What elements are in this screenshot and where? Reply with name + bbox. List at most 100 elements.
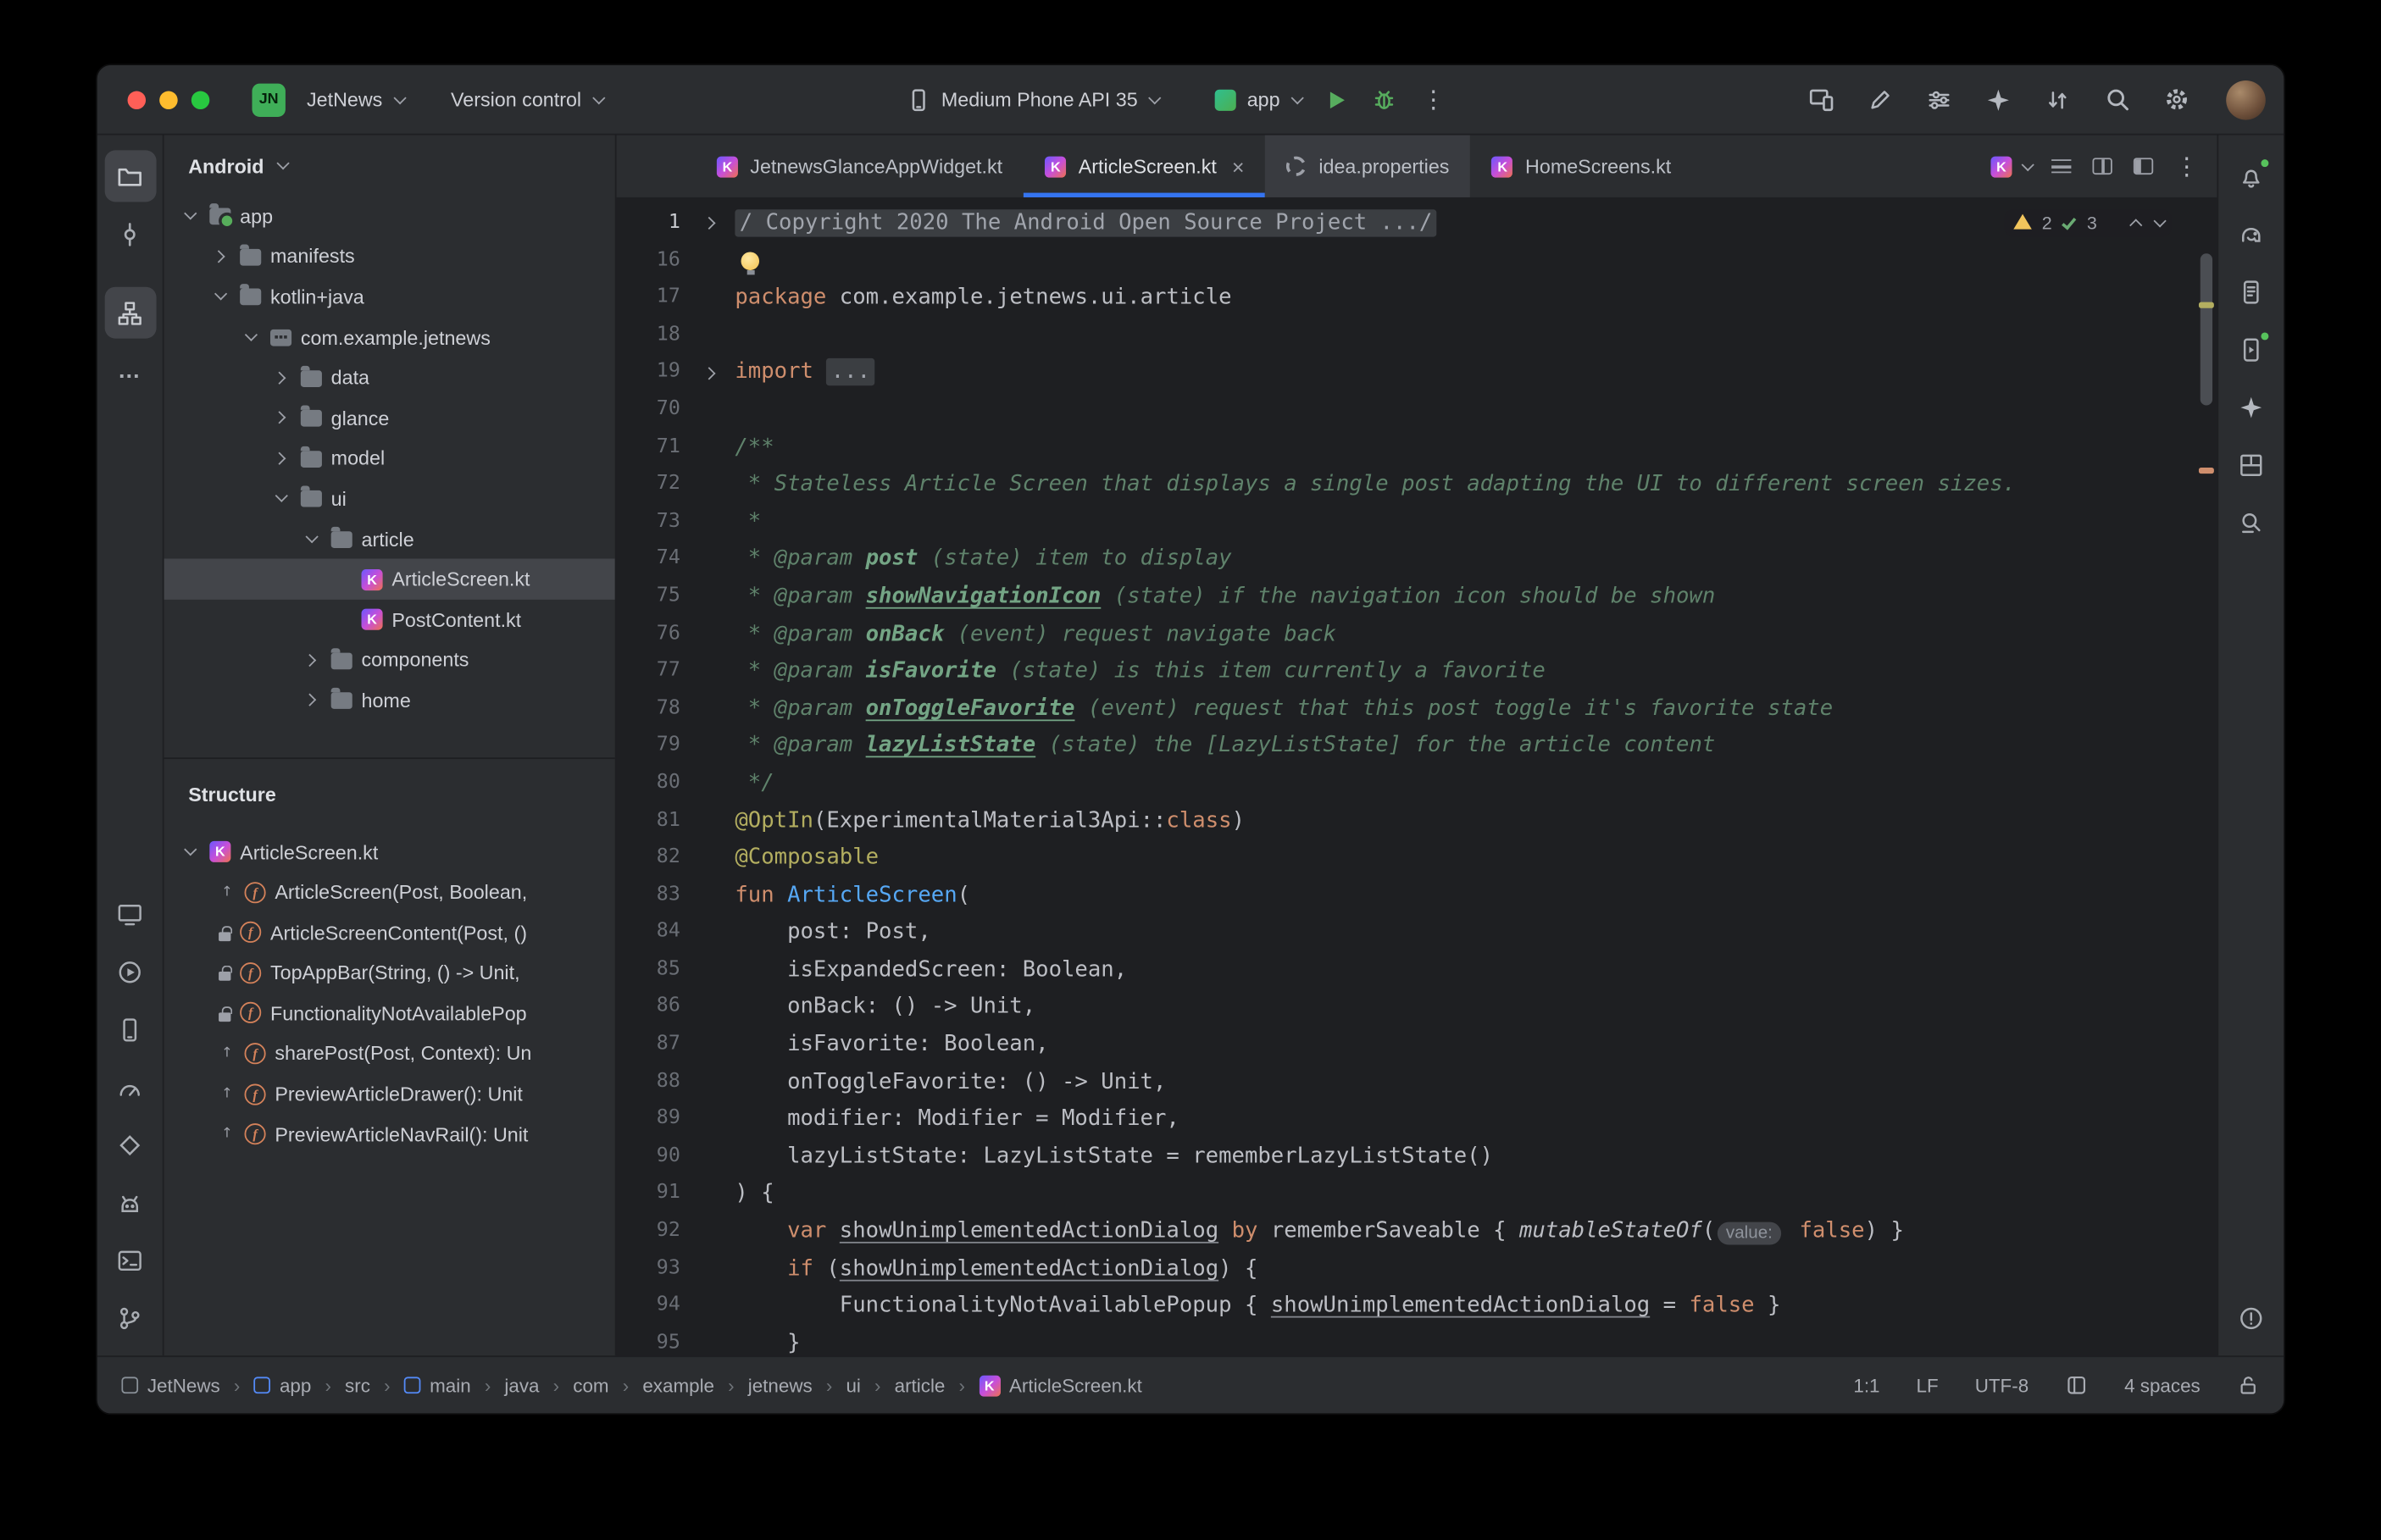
code-line-75[interactable]: 75 * @param showNavigationIcon (state) i… — [617, 579, 2217, 616]
code-line-1[interactable]: 1/ Copyright 2020 The Android Open Sourc… — [617, 205, 2217, 242]
code-line-72[interactable]: 72 * Stateless Article Screen that displ… — [617, 466, 2217, 503]
code-line-94[interactable]: 94 FunctionalityNotAvailablePopup { show… — [617, 1288, 2217, 1325]
breadcrumb-ui[interactable]: ui — [846, 1375, 860, 1396]
project-tree-item-home[interactable]: home — [164, 680, 615, 721]
project-tree-item-article[interactable]: article — [164, 518, 615, 559]
find-tool-button[interactable] — [2225, 496, 2277, 548]
intention-bulb-icon[interactable] — [741, 252, 760, 270]
app-quality-insights-tool-button[interactable] — [104, 1119, 156, 1171]
tree-chevron[interactable] — [267, 373, 291, 382]
project-tree-item-glance[interactable]: glance — [164, 397, 615, 438]
breadcrumb-com[interactable]: com — [573, 1375, 608, 1396]
logcat-tool-button[interactable] — [104, 1177, 156, 1228]
editor-scrollbar-thumb[interactable] — [2201, 253, 2212, 405]
more-actions-button[interactable]: ⋮ — [1409, 75, 1457, 124]
tree-chevron[interactable] — [267, 413, 291, 423]
commit-tool-button[interactable] — [104, 208, 156, 260]
code-line-81[interactable]: 81@OptIn(ExperimentalMaterial3Api::class… — [617, 802, 2217, 839]
code-editor[interactable]: 1/ Copyright 2020 The Android Open Sourc… — [617, 199, 2217, 1356]
running-devices-button[interactable] — [1796, 75, 1845, 124]
structure-item[interactable]: ↑fPreviewArticleDrawer(): Unit — [164, 1074, 615, 1115]
code-line-86[interactable]: 86 onBack: () -> Unit, — [617, 989, 2217, 1026]
breadcrumb-java[interactable]: java — [504, 1375, 539, 1396]
editor-tab[interactable]: idea.properties — [1266, 135, 1471, 197]
editor-tab[interactable]: KHomeScreens.kt — [1471, 135, 1693, 197]
tree-chevron[interactable] — [207, 252, 231, 261]
code-line-76[interactable]: 76 * @param onBack (event) request navig… — [617, 616, 2217, 653]
unlocked-padlock-icon[interactable] — [2237, 1374, 2260, 1397]
editor-tab[interactable]: KArticleScreen.kt× — [1024, 135, 1265, 197]
notifications-button[interactable] — [2225, 150, 2277, 202]
project-tree-item-data[interactable]: data — [164, 357, 615, 398]
device-explorer-tool-button[interactable] — [2225, 266, 2277, 318]
code-line-18[interactable]: 18 — [617, 317, 2217, 354]
project-tree-item-app[interactable]: app — [164, 196, 615, 236]
project-tool-button[interactable] — [104, 150, 156, 202]
code-line-78[interactable]: 78 * @param onToggleFavorite (event) req… — [617, 690, 2217, 728]
project-tree-item-components[interactable]: components — [164, 640, 615, 680]
file-encoding[interactable]: UTF-8 — [1975, 1375, 2029, 1396]
breadcrumb-src[interactable]: src — [345, 1375, 370, 1396]
breadcrumb-main[interactable]: main — [404, 1375, 471, 1396]
run-configuration-selector[interactable]: app — [1203, 82, 1312, 117]
gemini-tool-button[interactable] — [2225, 381, 2277, 433]
tab-options-kebab-icon[interactable]: ⋮ — [2174, 154, 2199, 179]
project-view-selector[interactable]: Android — [164, 135, 615, 196]
warning-stripe-mark[interactable] — [2199, 302, 2214, 308]
tree-chevron[interactable] — [237, 333, 262, 342]
warning-stripe-mark[interactable] — [2199, 468, 2214, 474]
preview-layout-icon[interactable] — [2134, 158, 2153, 174]
version-control-tool-button[interactable] — [104, 1292, 156, 1343]
code-line-87[interactable]: 87 isFavorite: Boolean, — [617, 1027, 2217, 1064]
structure-item[interactable]: fFunctionalityNotAvailablePop — [164, 993, 615, 1033]
next-issue-button[interactable] — [2153, 214, 2166, 227]
code-line-88[interactable]: 88 onToggleFavorite: () -> Unit, — [617, 1064, 2217, 1101]
breadcrumb-example[interactable]: example — [642, 1375, 714, 1396]
minimize-window-button[interactable] — [159, 91, 178, 109]
inspections-widget[interactable]: 2 3 — [2004, 209, 2172, 236]
code-line-19[interactable]: 19import ... — [617, 354, 2217, 391]
code-line-91[interactable]: 91) { — [617, 1176, 2217, 1213]
breadcrumb-ArticleScreen.kt[interactable]: KArticleScreen.kt — [979, 1375, 1142, 1396]
code-line-84[interactable]: 84 post: Post, — [617, 914, 2217, 951]
profiler-tool-button[interactable] — [104, 1061, 156, 1113]
code-line-85[interactable]: 85 isExpandedScreen: Boolean, — [617, 951, 2217, 989]
structure-item[interactable]: ↑fsharePost(Post, Context): Un — [164, 1033, 615, 1074]
breadcrumb-JetNews[interactable]: JetNews — [121, 1375, 219, 1396]
more-tool-windows-button[interactable]: … — [104, 345, 156, 396]
vcs-widget[interactable]: Version control — [439, 82, 613, 117]
breadcrumb-jetnews[interactable]: jetnews — [748, 1375, 813, 1396]
close-window-button[interactable] — [128, 91, 147, 109]
project-tree-item-ui[interactable]: ui — [164, 479, 615, 519]
filter-settings-button[interactable] — [1915, 75, 1963, 124]
code-line-93[interactable]: 93 if (showUnimplementedActionDialog) { — [617, 1250, 2217, 1288]
code-line-16[interactable]: 16 — [617, 242, 2217, 280]
project-tree-item-manifests[interactable]: manifests — [164, 236, 615, 277]
tree-chevron[interactable] — [176, 212, 201, 221]
code-line-70[interactable]: 70 — [617, 391, 2217, 429]
fold-gutter[interactable] — [692, 205, 732, 242]
code-line-71[interactable]: 71/** — [617, 429, 2217, 466]
code-line-89[interactable]: 89 modifier: Modifier = Modifier, — [617, 1101, 2217, 1138]
previous-issue-button[interactable] — [2129, 219, 2142, 231]
structure-tool-button[interactable] — [104, 287, 156, 339]
project-tree-item-kotlin+java[interactable]: kotlin+java — [164, 276, 615, 317]
code-line-82[interactable]: 82@Composable — [617, 839, 2217, 877]
tree-chevron[interactable] — [297, 696, 322, 706]
indent-setting[interactable]: 4 spaces — [2124, 1375, 2201, 1396]
device-manager-tool-button[interactable] — [104, 1004, 156, 1055]
code-line-79[interactable]: 79 * @param lazyListState (state) the [L… — [617, 728, 2217, 765]
tree-chevron[interactable] — [267, 454, 291, 463]
terminal-tool-button[interactable] — [104, 1234, 156, 1286]
plugins-button[interactable] — [1974, 75, 2023, 124]
project-tree-item-ArticleScreen.kt[interactable]: KArticleScreen.kt — [164, 559, 615, 600]
settings-button[interactable] — [2151, 75, 2200, 124]
breadcrumb-article[interactable]: article — [895, 1375, 946, 1396]
code-line-83[interactable]: 83fun ArticleScreen( — [617, 877, 2217, 914]
gradle-tool-button[interactable] — [2225, 208, 2277, 260]
tree-chevron[interactable] — [297, 656, 322, 665]
project-tree-item-PostContent.kt[interactable]: KPostContent.kt — [164, 600, 615, 640]
tab-dropdown[interactable]: K — [1990, 156, 2030, 177]
code-line-80[interactable]: 80 */ — [617, 765, 2217, 802]
zoom-window-button[interactable] — [191, 91, 210, 109]
